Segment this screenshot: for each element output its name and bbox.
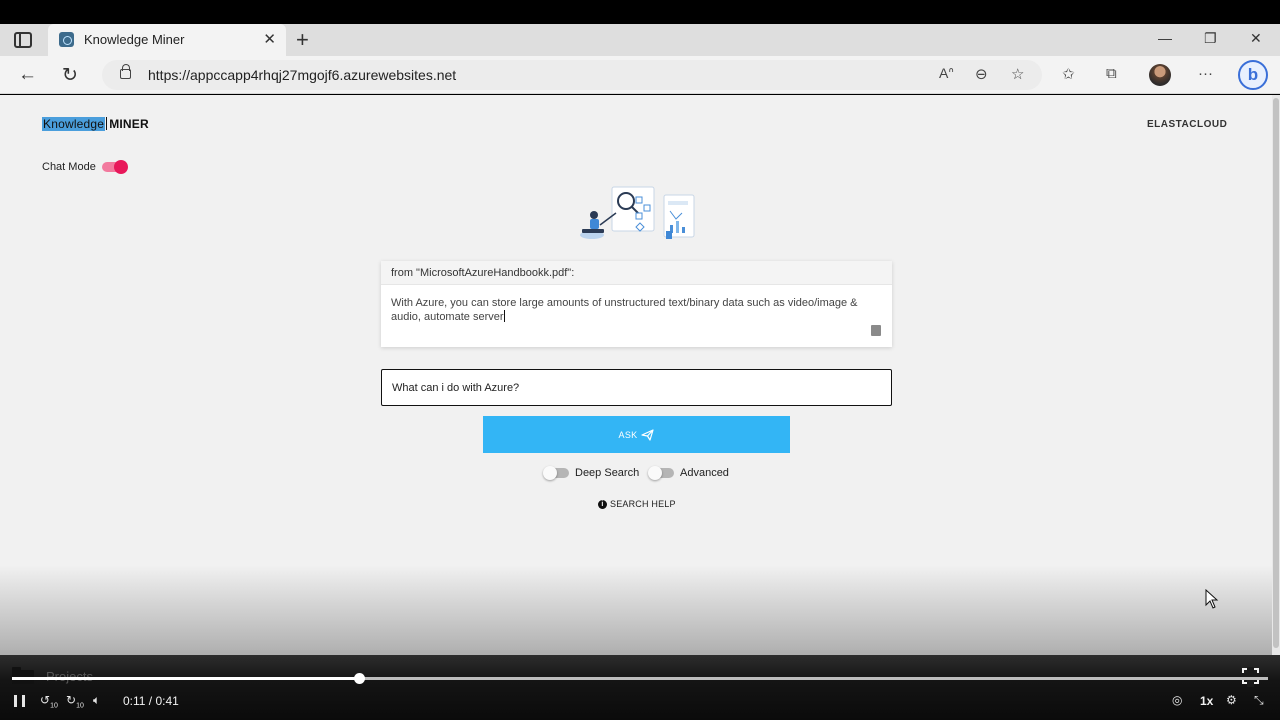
url-text: https://appccapp4rhqj27mgojf6.azurewebsi…: [148, 67, 457, 83]
rewind-10-icon[interactable]: ↺10: [40, 693, 58, 709]
restore-icon[interactable]: ❐: [1204, 30, 1217, 47]
video-progress-bar[interactable]: [12, 673, 1268, 684]
forward-10-label: 10: [76, 702, 84, 710]
logo-highlighted-text: Knowledge: [42, 117, 106, 131]
captions-icon[interactable]: ◎: [1172, 693, 1182, 707]
typing-caret: [503, 310, 505, 322]
collections-icon[interactable]: ⧉: [1106, 65, 1117, 82]
logo-miner-text: MINER: [109, 117, 149, 131]
copy-icon[interactable]: [868, 323, 881, 336]
browser-tab-bar: Knowledge Miner ✕ + — ❐ ✕: [0, 24, 1280, 56]
forward-10-icon[interactable]: ↻10: [66, 693, 84, 709]
page-scrollbar-thumb[interactable]: [1273, 98, 1279, 648]
page-content: Knowledge MINER ELASTACLOUD Chat Mode fro…: [0, 95, 1272, 655]
answer-source: from "MicrosoftAzureHandbookk.pdf":: [391, 267, 575, 279]
video-top-band: [0, 0, 1280, 24]
mouse-cursor-icon: [1205, 589, 1219, 609]
rewind-10-label: 10: [50, 702, 58, 710]
new-tab-icon[interactable]: +: [296, 27, 309, 53]
tab-actions-icon[interactable]: [14, 32, 32, 48]
answer-text-wrap: With Azure, you can store large amounts …: [391, 296, 883, 324]
refresh-icon[interactable]: ↻: [62, 64, 78, 87]
profile-avatar[interactable]: [1149, 64, 1171, 86]
back-arrow-icon[interactable]: ←: [18, 64, 37, 86]
info-icon: i: [598, 499, 607, 509]
answer-text: With Azure, you can store large amounts …: [391, 297, 858, 323]
add-favorite-icon[interactable]: ☆: [1011, 65, 1024, 83]
time-readout: 0:11 / 0:41: [123, 694, 179, 708]
search-help-link[interactable]: i SEARCH HELP: [598, 499, 676, 509]
deep-search-toggle[interactable]: [543, 466, 569, 480]
browser-address-bar: ← ↻ https://appccapp4rhqj27mgojf6.azurew…: [0, 56, 1280, 94]
bing-icon[interactable]: b: [1238, 60, 1268, 90]
exit-fullscreen-icon[interactable]: ⤡: [1254, 693, 1264, 708]
settings-gear-icon[interactable]: ⚙: [1226, 693, 1237, 707]
volume-icon[interactable]: 🔈︎: [93, 693, 100, 708]
window-close-icon[interactable]: ✕: [1250, 30, 1262, 47]
zoom-out-icon[interactable]: ⊖: [975, 65, 988, 83]
read-aloud-icon[interactable]: Aᐢ: [939, 65, 954, 82]
answer-card: from "MicrosoftAzureHandbookk.pdf": With…: [381, 261, 892, 347]
tab-title: Knowledge Miner: [84, 32, 185, 47]
brand-logo: ELASTACLOUD: [1147, 119, 1228, 130]
pause-icon[interactable]: [14, 695, 25, 707]
video-progress-fill: [12, 677, 359, 680]
chat-mode-toggle[interactable]: [102, 160, 128, 174]
url-field[interactable]: https://appccapp4rhqj27mgojf6.azurewebsi…: [102, 60, 1042, 90]
text-selection-caret: [106, 117, 108, 130]
ask-button-label: ASK: [618, 429, 638, 440]
player-overlay-gradient: [0, 565, 1272, 655]
question-input[interactable]: [381, 369, 892, 406]
tab-close-icon[interactable]: ✕: [263, 30, 276, 48]
advanced-toggle[interactable]: [648, 466, 674, 480]
lock-icon: [120, 64, 131, 79]
advanced-label: Advanced: [680, 467, 729, 479]
send-plane-icon: [641, 428, 655, 441]
tab-favicon-icon: [59, 32, 74, 47]
playback-speed[interactable]: 1x: [1200, 694, 1213, 708]
chat-mode-label: Chat Mode: [42, 161, 96, 173]
data-analysis-illustration-icon: [580, 186, 695, 239]
deep-search-label: Deep Search: [575, 467, 640, 479]
browser-tab-active[interactable]: Knowledge Miner ✕: [48, 24, 286, 56]
more-menu-icon[interactable]: ···: [1198, 65, 1213, 82]
answer-source-header: from "MicrosoftAzureHandbookk.pdf":: [381, 261, 892, 285]
search-help-label: SEARCH HELP: [610, 499, 676, 509]
favorites-icon[interactable]: ✩: [1062, 65, 1075, 83]
minimize-icon[interactable]: —: [1158, 30, 1172, 46]
video-player-controls: Projects ↺10 ↻10 🔈︎ 0:11 / 0:41 ◎ 1x ⚙ ⤡: [0, 655, 1280, 720]
ask-button[interactable]: ASK: [483, 416, 790, 453]
fullscreen-icon[interactable]: [1241, 667, 1260, 687]
video-progress-knob[interactable]: [353, 673, 365, 684]
app-logo[interactable]: Knowledge MINER: [42, 117, 149, 131]
